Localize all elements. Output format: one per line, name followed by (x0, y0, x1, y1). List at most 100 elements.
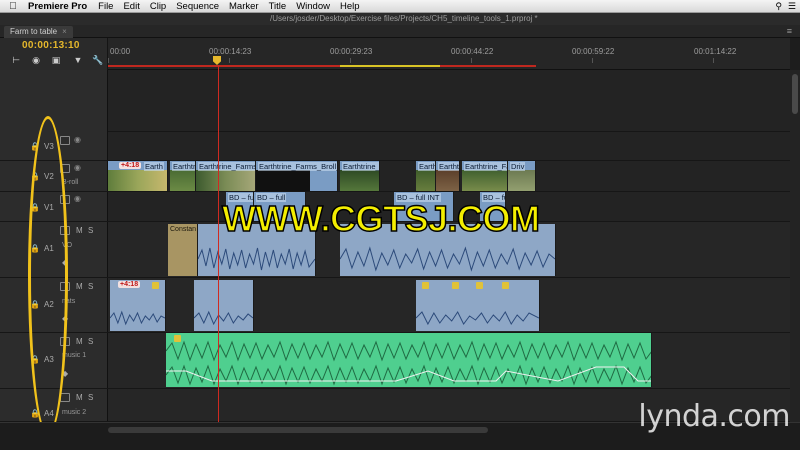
linked-selection-icon[interactable]: ◉ (30, 54, 42, 66)
mute-button[interactable]: M (76, 226, 83, 235)
annotation-oval (28, 116, 68, 436)
horizontal-scrollbar[interactable] (108, 427, 488, 433)
window-titlebar: /Users/josder/Desktop/Exercise files/Pro… (0, 13, 800, 25)
spotlight-icon[interactable]: ⚲ (775, 1, 782, 12)
timeline-controls: 00:00:13:10 ⊢ ◉ ▣ ▼ 🔧 (0, 38, 108, 70)
playhead-timecode[interactable]: 00:00:13:10 (22, 40, 80, 51)
video-clip[interactable]: Earthtrine_Fa (462, 161, 508, 191)
ruler-label: 00:00 (110, 47, 131, 56)
clip-label: Constan (170, 226, 197, 233)
watermark-text: WWW.CGTSJ.COM (221, 197, 540, 240)
video-clip[interactable]: Eartht (436, 161, 460, 191)
eye-icon[interactable]: ◉ (74, 163, 81, 172)
fx-badge-icon (502, 282, 509, 289)
eye-icon[interactable]: ◉ (74, 135, 81, 144)
offset-badge: +4:18 (118, 281, 141, 288)
apple-icon[interactable]:  (0, 1, 26, 12)
snap-icon[interactable]: ⊢ (10, 54, 22, 66)
app-name-menu[interactable]: Premiere Pro (26, 1, 93, 12)
lane-a3[interactable] (108, 333, 790, 389)
track-sublabel: music 2 (62, 409, 87, 416)
track-sublabel: music 1 (62, 352, 87, 359)
fx-badge-icon (422, 282, 429, 289)
audio-waveform (194, 310, 253, 326)
time-ruler[interactable]: 00:00 00:00:14:23 00:00:29:23 00:00:44:2… (108, 38, 790, 70)
fx-badge-icon (152, 282, 159, 289)
music-clip[interactable] (166, 333, 652, 387)
audio-clip[interactable]: Constan (168, 224, 198, 276)
menu-window[interactable]: Window (291, 1, 335, 12)
clip-label: Earthtrine_Farms_Broll_F (258, 162, 337, 171)
audio-waveform (166, 340, 651, 362)
menu-title[interactable]: Title (264, 1, 292, 12)
wrench-icon[interactable]: 🔧 (92, 54, 104, 66)
offset-badge: +4:18 (119, 162, 142, 169)
playhead-line[interactable] (218, 65, 219, 423)
status-bar: lynda.com (0, 399, 800, 450)
sync-lock-icon[interactable] (60, 136, 70, 145)
eye-icon[interactable]: ◉ (74, 194, 81, 203)
sync-lock-icon[interactable] (60, 393, 70, 402)
menu-clip[interactable]: Clip (145, 1, 171, 12)
lane-v2[interactable]: +4:18 Earth Earthtr Earthtrine_Farms Ear… (108, 161, 790, 192)
video-clip[interactable]: Earthtr (170, 161, 196, 191)
ruler-label: 00:00:59:22 (572, 47, 615, 56)
mute-button[interactable]: M (76, 393, 83, 402)
tab-label: Farm to table (10, 27, 58, 36)
volume-keyframe-line[interactable] (166, 363, 652, 387)
menu-marker[interactable]: Marker (224, 1, 264, 12)
video-clip[interactable]: Earthtrine_ (340, 161, 380, 191)
render-bar-yellow (340, 65, 440, 67)
audio-clip[interactable] (416, 280, 540, 331)
marker-icon[interactable]: ▼ (72, 54, 84, 66)
ruler-label: 00:01:14:22 (694, 47, 737, 56)
menu-file[interactable]: File (93, 1, 118, 12)
audio-waveform (198, 247, 315, 271)
solo-button[interactable]: S (88, 337, 93, 346)
panel-menu-icon[interactable]: ≡ (787, 26, 792, 36)
close-icon[interactable]: × (62, 27, 67, 36)
audio-clip[interactable] (194, 280, 254, 331)
clip-label: Earth (144, 162, 164, 171)
video-clip[interactable]: Earthtrine_Farms_Broll_F (256, 161, 338, 191)
menu-help[interactable]: Help (335, 1, 365, 12)
lane-v3[interactable] (108, 132, 790, 161)
clip-label: Driv (510, 162, 526, 171)
solo-button[interactable]: S (88, 282, 93, 291)
lane-a2[interactable]: +4:18 (108, 278, 790, 333)
project-path: /Users/josder/Desktop/Exercise files/Pro… (270, 14, 538, 23)
lynda-watermark: lynda.com (638, 399, 790, 434)
clip-label: Earthtrine_Fa (464, 162, 507, 171)
fx-badge-icon (476, 282, 483, 289)
mute-button[interactable]: M (76, 282, 83, 291)
tab-sequence[interactable]: Farm to table × (4, 26, 73, 38)
scrollbar-thumb[interactable] (792, 74, 798, 114)
clip-label: Earth (418, 162, 436, 171)
timeline-tracks: 🔒 V3 ◉ 🔒 V2 ◉ B-roll 🔒 V1 ◉ 🔒 A1 M S VO (0, 70, 800, 422)
audio-clip[interactable]: +4:18 (110, 280, 166, 331)
mute-button[interactable]: M (76, 337, 83, 346)
solo-button[interactable]: S (88, 226, 93, 235)
ruler-label: 00:00:14:23 (209, 47, 252, 56)
notification-icon[interactable]: ☰ (788, 1, 796, 12)
video-clip[interactable]: Driv (508, 161, 536, 191)
video-clip[interactable]: +4:18 Earth (108, 161, 168, 191)
clip-label: Eartht (438, 162, 460, 171)
clip-label: Earthtrine_Farms (198, 162, 256, 171)
video-clip[interactable]: Earthtrine_Farms (196, 161, 256, 191)
playhead-handle[interactable] (213, 56, 221, 65)
clip-label: Earthtr (172, 162, 196, 171)
menu-edit[interactable]: Edit (118, 1, 144, 12)
render-bar-red (108, 65, 340, 67)
ruler-label: 00:00:29:23 (330, 47, 373, 56)
add-marker-icon[interactable]: ▣ (50, 54, 62, 66)
audio-waveform (110, 310, 165, 326)
render-bar-red (440, 65, 536, 67)
menu-sequence[interactable]: Sequence (171, 1, 224, 12)
ruler-label: 00:00:44:22 (451, 47, 494, 56)
solo-button[interactable]: S (88, 393, 93, 402)
vertical-scrollbar[interactable] (790, 70, 800, 422)
audio-waveform (416, 311, 539, 326)
video-clip[interactable]: Earth (416, 161, 436, 191)
panel-tabbar: Farm to table × ≡ (0, 25, 800, 38)
